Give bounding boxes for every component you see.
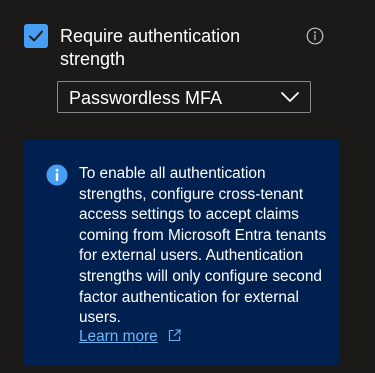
require-auth-strength-label[interactable]: Require authentication strength: [60, 25, 290, 71]
checkmark-icon: [29, 30, 43, 42]
chevron-down-icon: [281, 92, 299, 102]
info-filled-icon: [46, 164, 68, 186]
info-message-box: To enable all authentication strengths, …: [24, 140, 340, 366]
dropdown-selected-value: Passwordless MFA: [69, 88, 223, 108]
require-auth-strength-checkbox[interactable]: [24, 24, 48, 48]
external-link-icon[interactable]: [168, 329, 181, 342]
auth-strength-dropdown[interactable]: Passwordless MFA: [57, 81, 311, 113]
info-message-text: To enable all authentication strengths, …: [79, 165, 327, 327]
learn-more-link[interactable]: Learn more: [79, 327, 158, 347]
info-circle-icon[interactable]: [306, 27, 324, 45]
